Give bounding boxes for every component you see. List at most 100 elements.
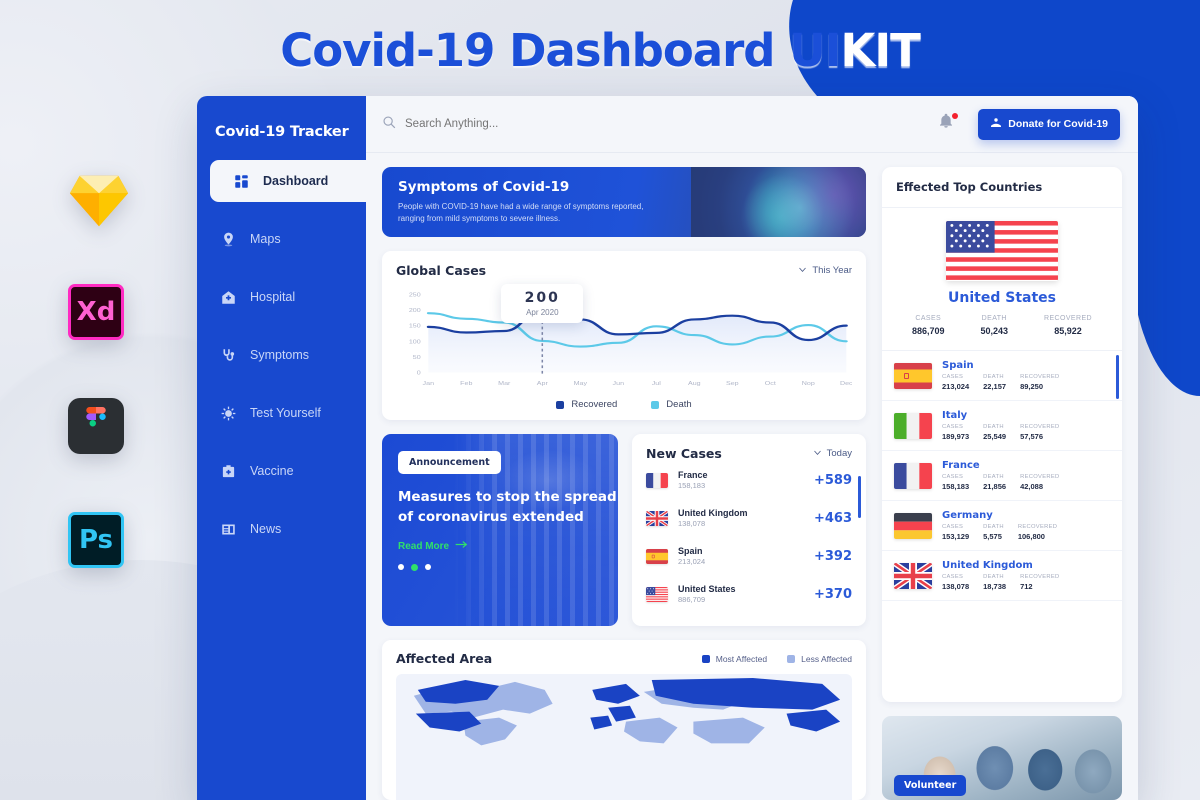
sidebar-item-hospital[interactable]: Hospital — [197, 276, 366, 318]
chart-y-tick: 200 — [409, 308, 421, 314]
announcement-newcases-row: Announcement Measures to stop the spread… — [382, 434, 866, 626]
global-cases-range-dropdown[interactable]: This Year — [798, 265, 852, 277]
stat-value: 42,088 — [1020, 482, 1044, 491]
search-box[interactable] — [382, 115, 938, 134]
top-countries-row[interactable]: United Kingdom CASES 138,078 DEATH 18,73… — [882, 551, 1122, 601]
top-countries-row[interactable]: Italy CASES 189,973 DEATH 25,549 RECOVER… — [882, 401, 1122, 451]
chart-x-tick: Dec — [840, 381, 852, 387]
stat-cases: CASES 158,183 — [942, 474, 969, 491]
chart-tooltip-date: Apr 2020 — [526, 308, 559, 317]
stat-value: 158,183 — [942, 482, 970, 491]
new-cases-scrollbar[interactable] — [858, 476, 861, 518]
notification-bell-icon[interactable] — [938, 113, 960, 135]
sidebar-item-news[interactable]: News — [197, 508, 366, 550]
new-cases-row[interactable]: United Kingdom 138,078 +463 — [646, 499, 852, 537]
stat-label: CASES — [942, 474, 964, 480]
affected-area-title: Affected Area — [396, 651, 493, 666]
stat-value: 22,157 — [983, 382, 1007, 391]
sidebar-item-dashboard[interactable]: Dashboard — [210, 160, 366, 202]
newspaper-icon — [219, 520, 237, 538]
stat-value: 189,973 — [942, 432, 970, 441]
new-cases-range-dropdown[interactable]: Today — [813, 448, 852, 460]
stat-label: CASES — [942, 374, 964, 380]
read-more-label: Read More — [398, 540, 450, 552]
country-flag-icon — [894, 362, 932, 389]
affected-area-card: Affected Area Most Affected Less Affecte… — [382, 640, 866, 800]
sidebar-item-vaccine[interactable]: Vaccine — [197, 450, 366, 492]
chart-x-tick: Aug — [688, 381, 701, 387]
sidebar-item-label: Maps — [250, 232, 281, 246]
carousel-dot-active[interactable] — [411, 564, 418, 572]
stat-value: 50,243 — [980, 326, 1009, 336]
sidebar-item-label: Dashboard — [263, 174, 329, 188]
stat-label: DEATH — [983, 574, 1004, 580]
stat-label: DEATH — [983, 374, 1004, 380]
new-cases-country: France — [678, 470, 708, 480]
stat-label: RECOVERED — [1017, 524, 1058, 530]
top-countries-scrollbar[interactable] — [1116, 355, 1119, 399]
stat-label: CASES — [915, 315, 942, 322]
arrow-right-icon — [455, 540, 468, 552]
stat-value: 5,575 — [983, 532, 1002, 541]
chevron-down-icon — [813, 448, 822, 460]
country-name: France — [942, 460, 980, 471]
new-cases-row[interactable]: Spain 213,024 +392 — [646, 537, 852, 575]
new-cases-delta: +392 — [813, 548, 852, 564]
top-countries-row[interactable]: Spain CASES 213,024 DEATH 22,157 RECOVER… — [882, 351, 1122, 401]
new-cases-row[interactable]: United States 886,709 +370 — [646, 575, 852, 613]
stat-recovered: RECOVERED 57,576 — [1020, 424, 1059, 441]
chart-x-tick: Jan — [423, 381, 435, 387]
new-cases-card: New Cases Today France 158,183 +589 Unit… — [632, 434, 866, 626]
carousel-dot[interactable] — [425, 564, 431, 571]
read-more-link[interactable]: Read More — [398, 540, 618, 552]
symptoms-banner: Symptoms of Covid-19 People with COVID-1… — [382, 167, 866, 237]
new-cases-total: 213,024 — [678, 557, 706, 566]
top-countries-row[interactable]: Germany CASES 153,129 DEATH 5,575 RECOVE… — [882, 501, 1122, 551]
announcement-headline: Measures to stop the spread of coronavir… — [398, 488, 618, 527]
sidebar-item-test-yourself[interactable]: Test Yourself — [197, 392, 366, 434]
world-map[interactable] — [396, 674, 852, 800]
right-column: Effected Top Countries United States CAS… — [882, 167, 1122, 800]
content-grid: Symptoms of Covid-19 People with COVID-1… — [366, 153, 1138, 800]
chart-y-tick: 250 — [409, 292, 421, 298]
stat-value: 89,250 — [1020, 382, 1044, 391]
announcement-headline-line2: of coronavirus extended — [398, 508, 584, 525]
hospital-icon — [219, 288, 237, 306]
top-countries-row[interactable]: France CASES 158,183 DEATH 21,856 RECOVE… — [882, 451, 1122, 501]
chart-tooltip-value: 200 — [524, 290, 560, 306]
donate-button[interactable]: Donate for Covid-19 — [978, 108, 1120, 140]
legend-swatch — [556, 400, 565, 409]
chart-area-fill — [428, 310, 847, 373]
sidebar-item-label: Test Yourself — [250, 406, 321, 420]
new-cases-delta: +463 — [813, 510, 852, 526]
volunteer-card[interactable]: Volunteer — [882, 716, 1122, 800]
legend-item-less-affected: Less Affected — [787, 654, 852, 664]
legend-label: Death — [666, 399, 692, 410]
country-name: Spain — [942, 360, 974, 371]
sketch-icon — [68, 170, 130, 232]
stat-death: DEATH 50,243 — [981, 315, 1009, 336]
stat-death: DEATH 25,549 — [983, 424, 1006, 441]
new-cases-country: Spain — [678, 546, 703, 556]
sidebar-item-symptoms[interactable]: Symptoms — [197, 334, 366, 376]
search-input[interactable] — [405, 118, 645, 130]
new-cases-title: New Cases — [646, 446, 722, 461]
stat-cases: CASES 886,709 — [912, 315, 945, 336]
country-name: Italy — [942, 410, 968, 421]
announcement-card[interactable]: Announcement Measures to stop the spread… — [382, 434, 618, 626]
figma-icon — [68, 398, 130, 460]
new-cases-delta: +589 — [813, 472, 852, 488]
stat-cases: CASES 213,024 — [942, 374, 969, 391]
chevron-down-icon — [798, 265, 807, 277]
carousel-dots[interactable] — [398, 564, 618, 572]
stethoscope-icon — [219, 346, 237, 364]
legend-label: Most Affected — [715, 653, 768, 664]
new-cases-list: France 158,183 +589 United Kingdom 138,0… — [646, 461, 852, 613]
chart-x-tick: Feb — [460, 381, 473, 387]
sidebar-item-maps[interactable]: Maps — [197, 218, 366, 260]
country-flag-icon — [894, 562, 932, 589]
stat-recovered: RECOVERED 712 — [1020, 574, 1059, 591]
carousel-dot[interactable] — [398, 564, 404, 571]
new-cases-row[interactable]: France 158,183 +589 — [646, 461, 852, 499]
stat-cases: CASES 189,973 — [942, 424, 969, 441]
